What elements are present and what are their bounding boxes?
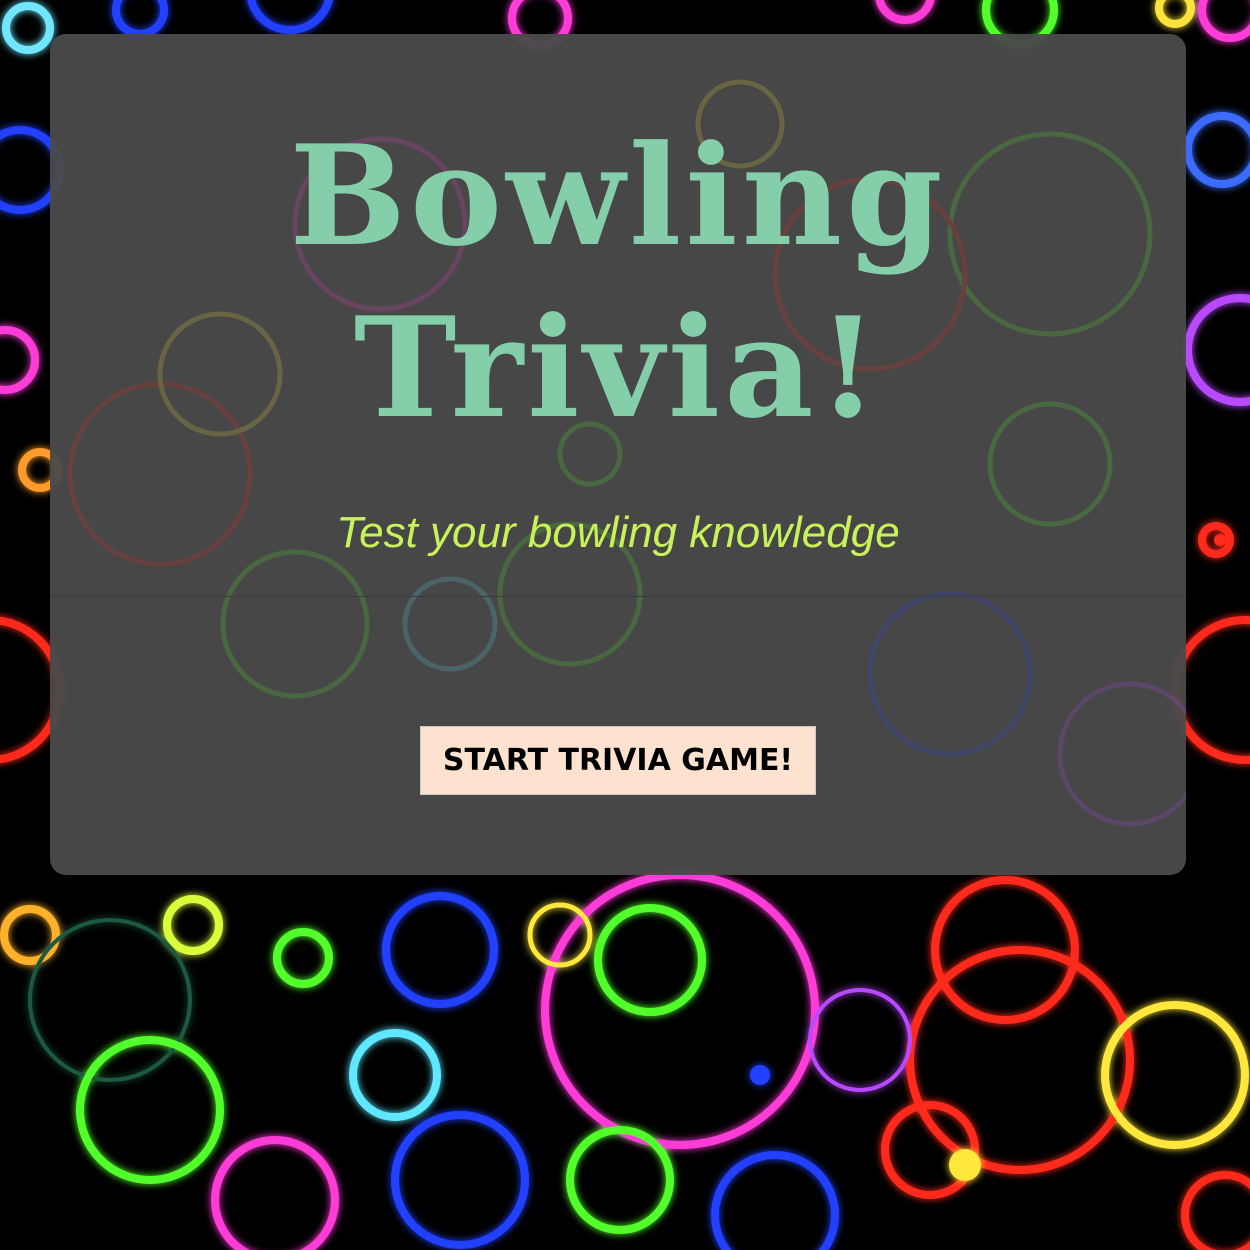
title-panel: Bowling Trivia! Test your bowling knowle… xyxy=(50,34,1186,875)
page-title: Bowling Trivia! xyxy=(50,110,1186,454)
title-line-2: Trivia! xyxy=(353,286,883,449)
title-line-1: Bowling xyxy=(289,114,947,277)
start-trivia-button[interactable]: START TRIVIA GAME! xyxy=(420,726,816,795)
subtitle: Test your bowling knowledge xyxy=(336,508,900,557)
divider xyxy=(50,596,1186,597)
